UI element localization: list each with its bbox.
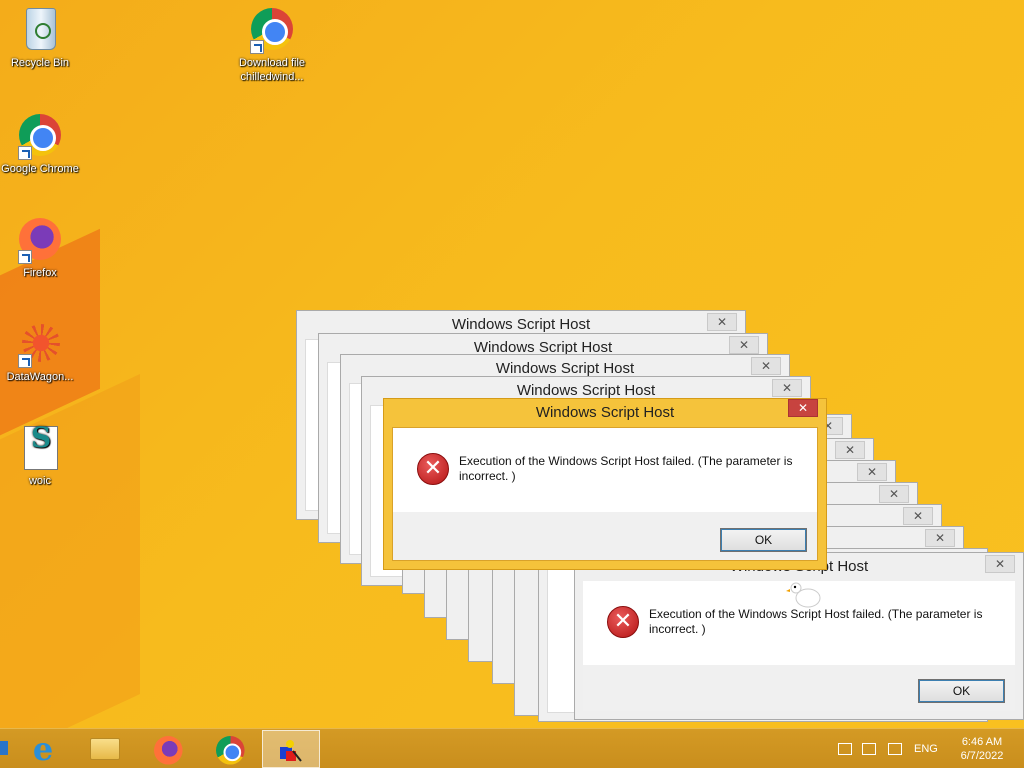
close-button[interactable]: ✕ (879, 485, 909, 503)
script-file-icon (16, 424, 64, 472)
desktop-icon-download-file[interactable]: Download file chilledwind... (232, 6, 312, 84)
chrome-icon (216, 736, 245, 765)
desktop-icon-google-chrome[interactable]: Google Chrome (0, 112, 80, 176)
desktop: Recycle Bin Download file chilledwind...… (0, 0, 1024, 728)
error-icon: ✕ (417, 453, 449, 485)
error-message: Execution of the Windows Script Host fai… (459, 454, 793, 483)
close-button[interactable]: ✕ (729, 336, 759, 354)
taskbar: e ENG 6:46 AM 6/7/2022 (0, 728, 1024, 768)
chrome-icon (16, 112, 64, 160)
ok-button[interactable]: OK (720, 528, 807, 552)
desktop-icon-woic[interactable]: woic (0, 424, 80, 488)
taskbar-chrome[interactable] (202, 730, 254, 768)
chrome-shortcut-icon (248, 6, 296, 54)
clock-time: 6:46 AM (961, 736, 1003, 748)
button-area: OK (393, 512, 817, 560)
desktop-icon-label: Firefox (23, 267, 57, 279)
close-button[interactable]: ✕ (903, 507, 933, 525)
script-host-app-icon (280, 740, 302, 762)
script-host-dialog-active[interactable]: Windows Script Host ✕ ✕ Execution of the… (383, 398, 827, 570)
clock-date: 6/7/2022 (960, 750, 1004, 762)
language-indicator[interactable]: ENG (914, 743, 938, 768)
close-button[interactable]: ✕ (985, 555, 1015, 573)
close-button[interactable]: ✕ (835, 441, 865, 459)
message-area: ✕ Execution of the Windows Script Host f… (393, 428, 817, 512)
desktop-icon-label: Google Chrome (1, 163, 79, 175)
close-button[interactable]: ✕ (857, 463, 887, 481)
action-center-flag-icon[interactable] (888, 743, 902, 755)
close-button[interactable]: ✕ (772, 379, 802, 397)
datawagon-icon (16, 320, 64, 368)
desktop-icon-firefox[interactable]: Firefox (0, 216, 80, 280)
taskbar-file-explorer[interactable] (78, 730, 130, 768)
error-icon: ✕ (607, 606, 639, 638)
desktop-icon-label: woic (28, 475, 51, 487)
taskbar-internet-explorer[interactable]: e (16, 730, 68, 768)
firefox-icon (154, 736, 183, 765)
system-tray (834, 729, 914, 768)
close-button[interactable]: ✕ (751, 357, 781, 375)
recycle-bin-icon (16, 6, 64, 54)
clock[interactable]: 6:46 AM 6/7/2022 (952, 735, 1012, 768)
network-icon[interactable] (862, 743, 876, 755)
desktop-icon-label: Download file chilledwind... (238, 57, 306, 83)
speaker-muted-icon[interactable] (838, 743, 852, 755)
close-button[interactable]: ✕ (707, 313, 737, 331)
goose-icon (786, 582, 821, 608)
desktop-icon-datawagon[interactable]: DataWagon... (0, 320, 80, 384)
taskbar-firefox[interactable] (140, 730, 192, 768)
ok-button[interactable]: OK (918, 679, 1005, 703)
firefox-icon (16, 216, 64, 264)
desktop-icon-label: Recycle Bin (10, 57, 70, 69)
start-edge[interactable] (0, 741, 8, 755)
desktop-icon-recycle-bin[interactable]: Recycle Bin (0, 6, 80, 70)
desktop-icon-label: DataWagon... (6, 371, 74, 383)
close-button[interactable]: ✕ (788, 399, 818, 417)
internet-explorer-icon: e (32, 730, 54, 768)
button-area: OK (583, 665, 1015, 711)
file-explorer-icon (90, 738, 120, 760)
dialog-body: ✕ Execution of the Windows Script Host f… (392, 427, 818, 561)
close-button[interactable]: ✕ (925, 529, 955, 547)
taskbar-script-host[interactable] (262, 730, 320, 768)
dialog-title: Windows Script Host (535, 404, 675, 421)
